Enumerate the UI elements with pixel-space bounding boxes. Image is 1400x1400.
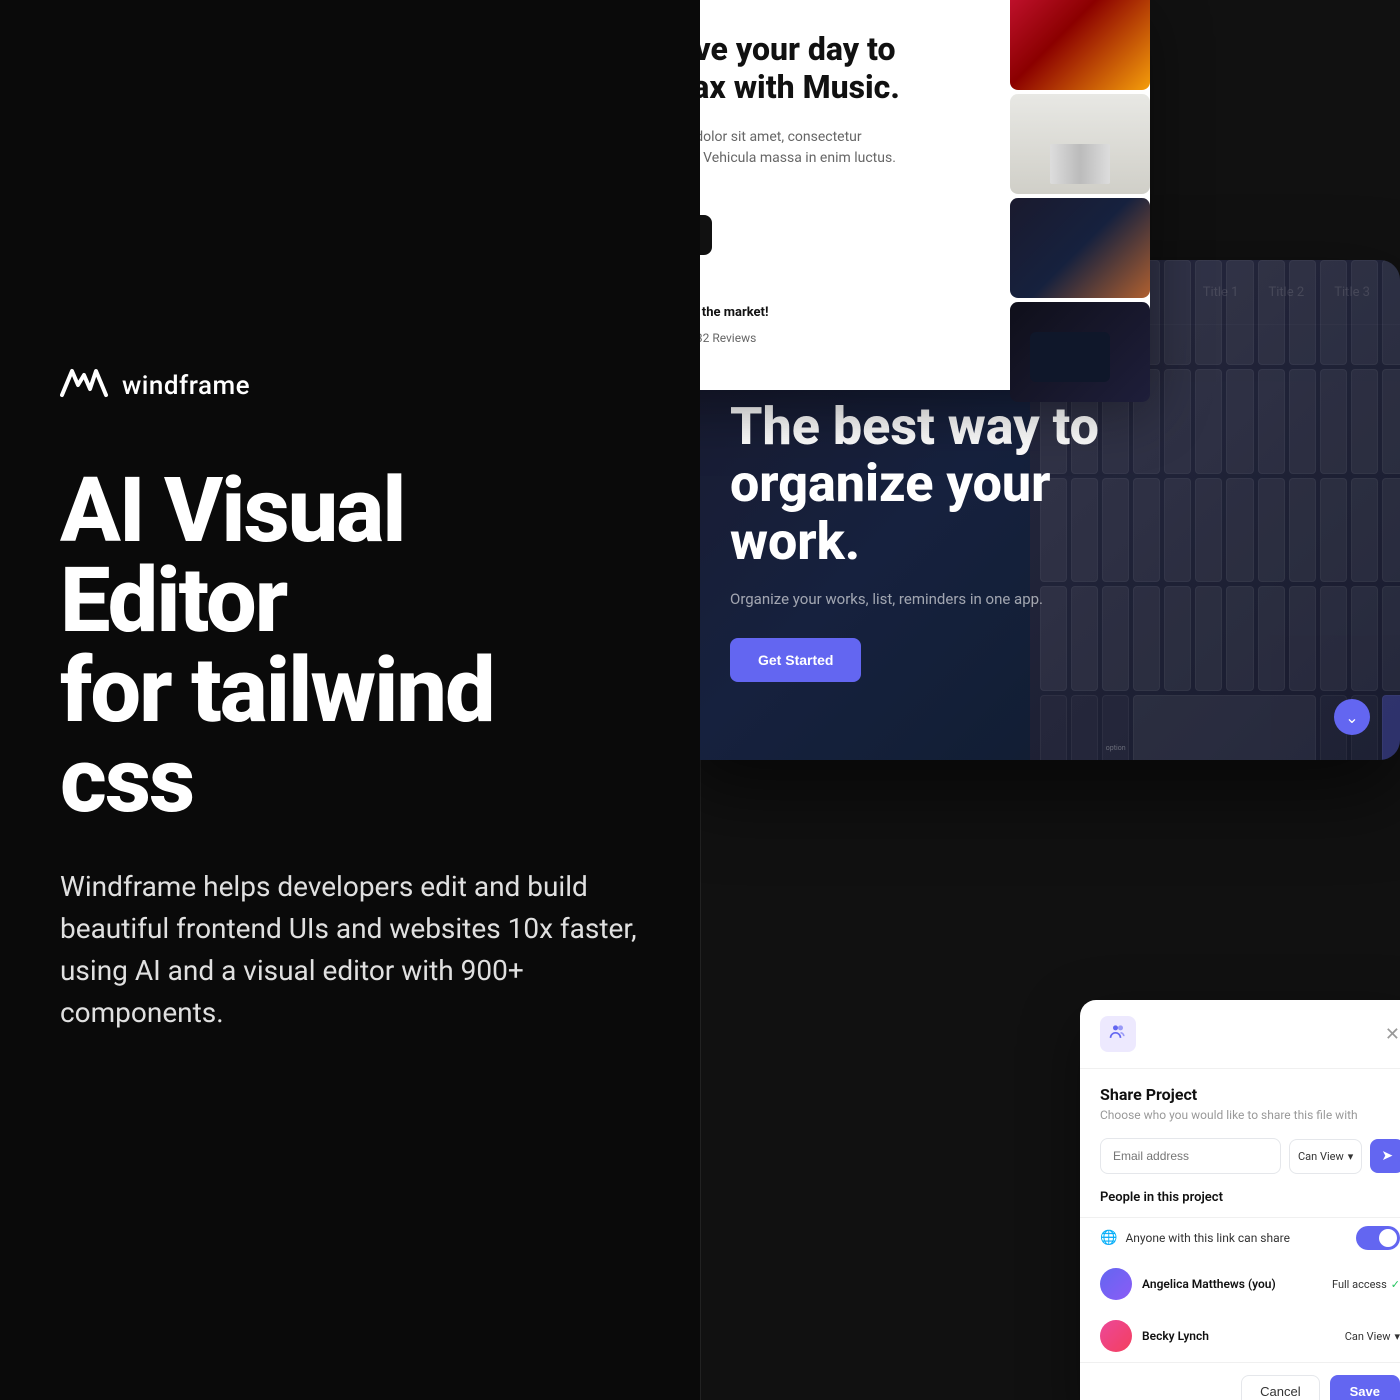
share-person-row-1: Angelica Matthews (you) Full access ✓ <box>1080 1258 1400 1310</box>
left-panel: windframe AI Visual Editor for tailwind … <box>0 0 700 1400</box>
person1-access: Full access ✓ <box>1332 1278 1400 1291</box>
globe-icon: 🌐 <box>1100 1230 1117 1246</box>
music-card: Improve your day to the Max with Music. … <box>700 0 1150 390</box>
share-people-title: People in this project <box>1080 1190 1400 1217</box>
share-people-icon <box>1108 1022 1128 1047</box>
right-panel: Improve your day to the Max with Music. … <box>700 0 1400 1400</box>
chevron-down-icon: ▾ <box>1348 1150 1354 1163</box>
music-card-title: Improve your day to the Max with Music. <box>700 30 910 107</box>
person1-access-label: Full access <box>1332 1278 1387 1291</box>
share-email-input[interactable] <box>1100 1138 1281 1174</box>
windframe-logo-icon <box>60 367 112 406</box>
person2-access-label: Can View <box>1345 1330 1391 1343</box>
logo-area: windframe <box>60 367 640 406</box>
loop-chevron-button[interactable]: ⌄ <box>1334 699 1370 735</box>
person-avatar-1 <box>1100 1268 1132 1300</box>
permission-label: Can View <box>1298 1150 1344 1163</box>
share-footer: Cancel Save <box>1080 1362 1400 1400</box>
hero-heading-line2: for tailwind css <box>60 638 494 833</box>
share-save-button[interactable]: Save <box>1330 1375 1400 1400</box>
share-link-text: Anyone with this link can share <box>1125 1231 1290 1245</box>
share-title: Share Project <box>1080 1069 1400 1108</box>
share-link-toggle[interactable] <box>1356 1226 1400 1250</box>
loop-heading: The best way to organize your work. <box>730 398 1110 570</box>
person-avatar-2 <box>1100 1320 1132 1352</box>
person2-access[interactable]: Can View ▾ <box>1345 1330 1400 1343</box>
music-try-button[interactable]: Try it out <box>700 215 712 255</box>
share-input-row: Can View ▾ ➤ <box>1100 1138 1400 1174</box>
share-subtitle: Choose who you would like to share this … <box>1080 1108 1400 1138</box>
music-images <box>1010 0 1150 402</box>
music-image-3 <box>1010 198 1150 298</box>
hero-description: Windframe helps developers edit and buil… <box>60 866 640 1034</box>
music-image-4 <box>1010 302 1150 402</box>
music-image-1 <box>1010 0 1150 90</box>
share-close-button[interactable]: ✕ <box>1385 1024 1400 1045</box>
share-project-card: ✕ Share Project Choose who you would lik… <box>1080 1000 1400 1400</box>
share-permission-dropdown[interactable]: Can View ▾ <box>1289 1139 1362 1174</box>
share-cancel-button[interactable]: Cancel <box>1241 1375 1319 1400</box>
person2-name: Becky Lynch <box>1142 1329 1335 1343</box>
share-link-label: 🌐 Anyone with this link can share <box>1100 1230 1290 1246</box>
windframe-logo-text: windframe <box>122 371 250 401</box>
music-card-desc: Lorem ipsum dolor sit amet, consectetur … <box>700 127 910 190</box>
chevron-down-icon: ⌄ <box>1345 708 1358 727</box>
loop-get-started-button[interactable]: Get Started <box>730 638 861 682</box>
send-icon: ➤ <box>1381 1148 1393 1164</box>
share-link-row: 🌐 Anyone with this link can share <box>1080 1217 1400 1258</box>
share-icon-container <box>1100 1016 1136 1052</box>
share-send-button[interactable]: ➤ <box>1370 1139 1400 1173</box>
person1-name: Angelica Matthews (you) <box>1142 1277 1322 1291</box>
access-check-icon: ✓ <box>1391 1278 1400 1291</box>
chevron-down-icon: ▾ <box>1394 1330 1400 1343</box>
hero-heading-line1: AI Visual Editor <box>60 458 405 653</box>
share-person-row-2: Becky Lynch Can View ▾ <box>1080 1310 1400 1362</box>
music-image-2 <box>1010 94 1150 194</box>
review-count: 4,532 Reviews <box>700 331 756 345</box>
loop-sub: Organize your works, list, reminders in … <box>730 590 1050 608</box>
hero-heading: AI Visual Editor for tailwind css <box>60 466 640 826</box>
share-header: ✕ <box>1080 1000 1400 1069</box>
